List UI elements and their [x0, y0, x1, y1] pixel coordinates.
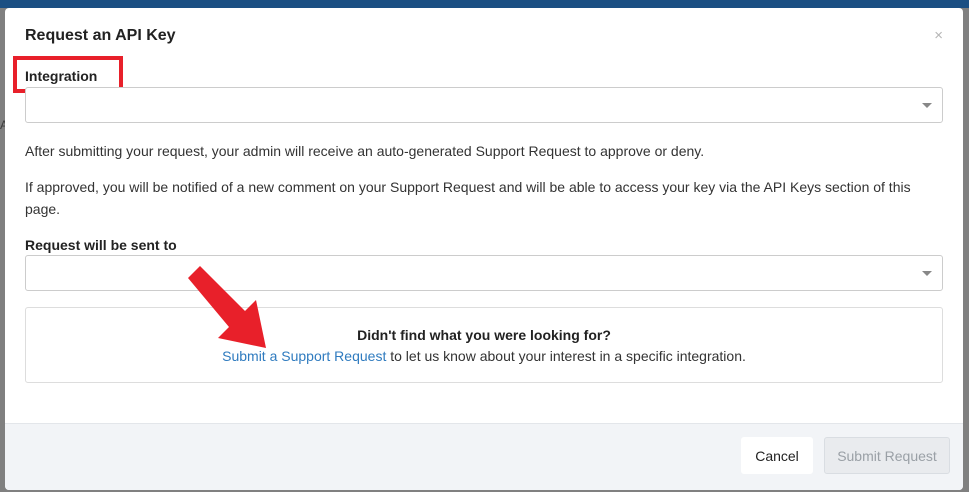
- request-api-key-modal: Request an API Key × Integration After s…: [5, 8, 963, 490]
- integration-label: Integration: [25, 68, 98, 84]
- modal-footer: Cancel Submit Request: [5, 423, 963, 490]
- cancel-button[interactable]: Cancel: [741, 437, 813, 474]
- approval-info-text: After submitting your request, your admi…: [25, 143, 705, 159]
- recipient-select[interactable]: [25, 255, 943, 291]
- recipient-label: Request will be sent to: [25, 237, 177, 253]
- callout-title: Didn't find what you were looking for?: [357, 327, 611, 343]
- background-app-header: [0, 0, 969, 8]
- callout-text: Submit a Support Request to let us know …: [26, 348, 942, 364]
- callout-suffix-text: to let us know about your interest in a …: [386, 348, 746, 364]
- arrow-icon: [188, 266, 266, 348]
- support-request-callout: Didn't find what you were looking for? S…: [25, 307, 943, 383]
- submit-request-button[interactable]: Submit Request: [824, 437, 950, 474]
- close-icon[interactable]: ×: [934, 28, 943, 43]
- chevron-down-icon: [922, 271, 932, 276]
- integration-select[interactable]: [25, 87, 943, 123]
- modal-title: Request an API Key: [25, 27, 176, 44]
- notification-info-text: If approved, you will be notified of a n…: [25, 179, 911, 217]
- chevron-down-icon: [922, 103, 932, 108]
